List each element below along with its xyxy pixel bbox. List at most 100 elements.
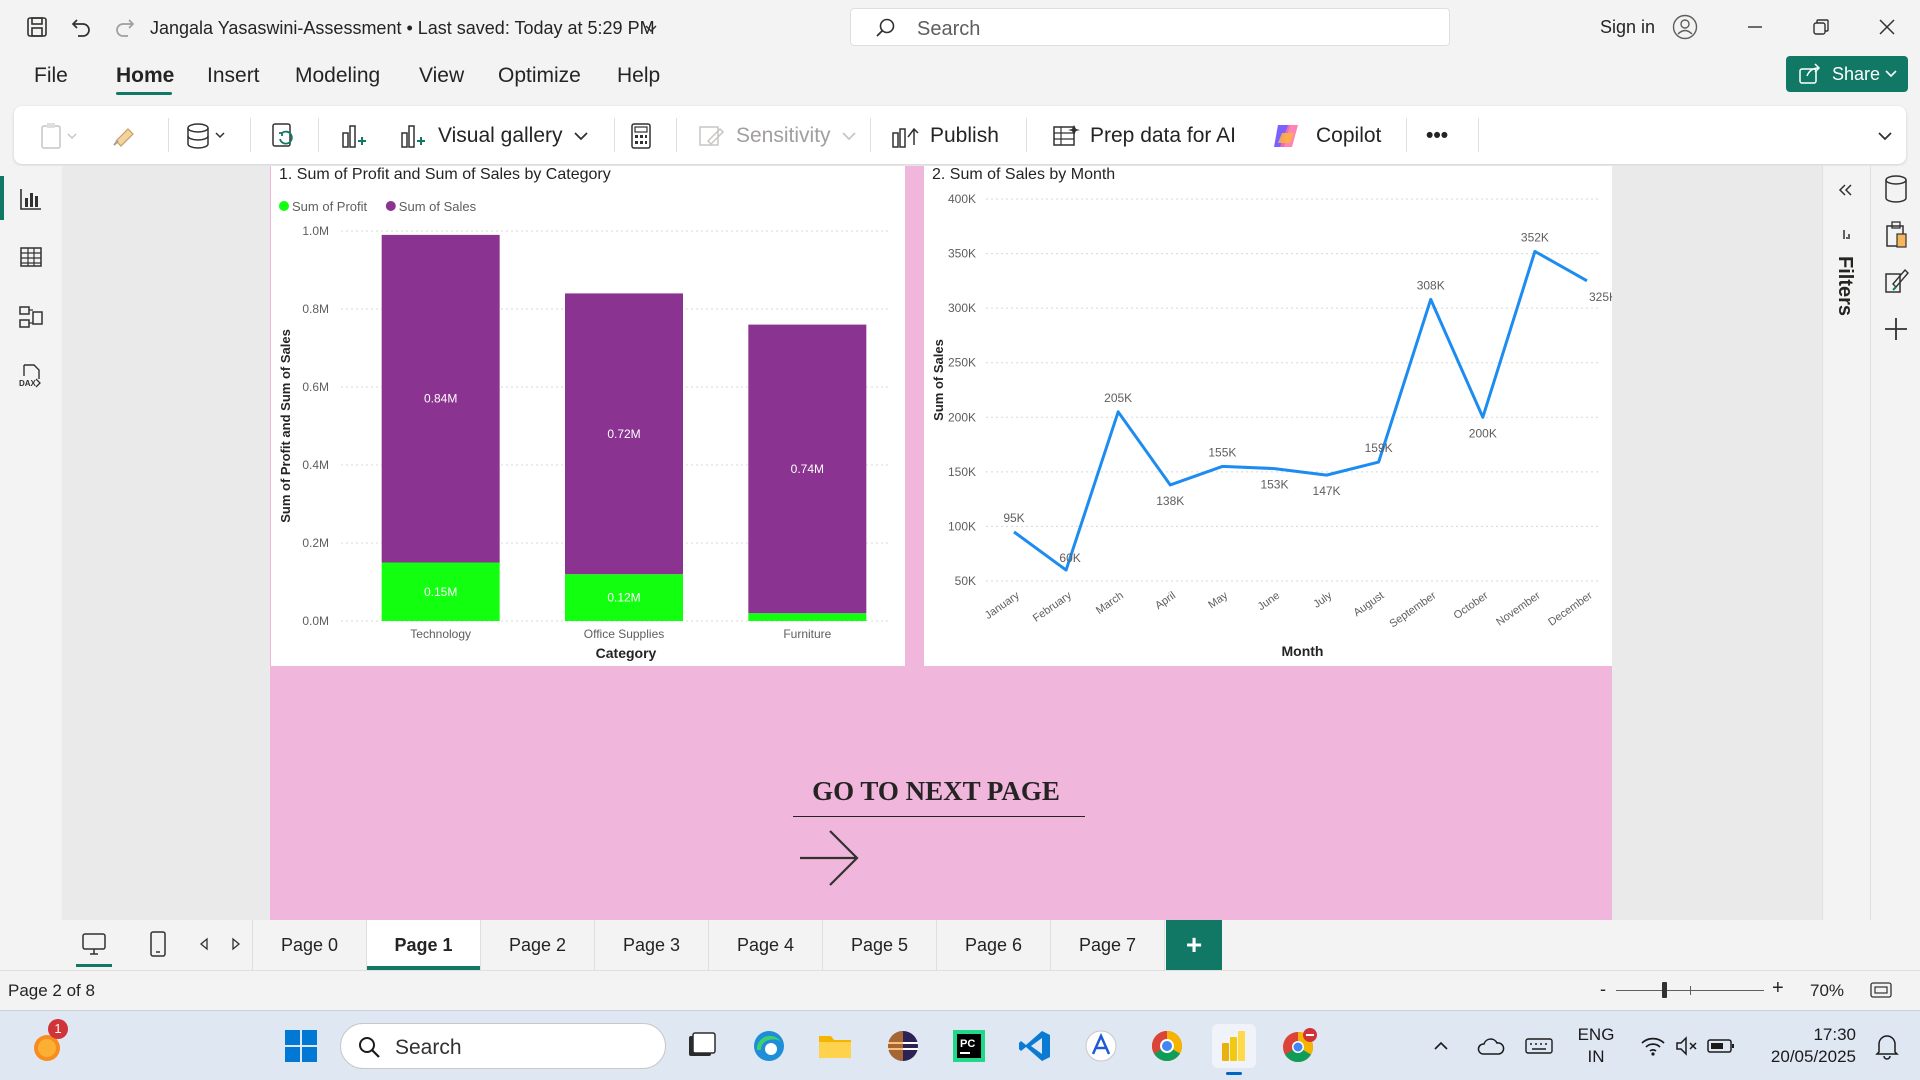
previous-page-icon[interactable] bbox=[198, 937, 210, 951]
clock-date[interactable]: 20/05/2025 bbox=[1746, 1047, 1856, 1067]
save-icon[interactable] bbox=[22, 12, 52, 42]
menu-file[interactable]: File bbox=[34, 64, 68, 88]
notifications-icon[interactable] bbox=[1866, 1025, 1908, 1067]
eclipse-icon[interactable] bbox=[882, 1025, 924, 1067]
minimize-icon[interactable] bbox=[1740, 12, 1770, 42]
zoom-in-button[interactable]: + bbox=[1772, 977, 1784, 1000]
zoom-slider-thumb[interactable] bbox=[1662, 982, 1667, 998]
tab-page-1[interactable]: Page 1 bbox=[367, 920, 481, 970]
tab-page-3[interactable]: Page 3 bbox=[595, 920, 709, 970]
menu-modeling[interactable]: Modeling bbox=[295, 64, 380, 88]
add-page-button[interactable]: + bbox=[1166, 920, 1222, 970]
start-icon[interactable] bbox=[280, 1025, 322, 1067]
search-input[interactable]: Search bbox=[850, 8, 1450, 46]
model-view-icon[interactable] bbox=[14, 300, 48, 334]
y-tick-label: 400K bbox=[948, 192, 976, 206]
arrow-right-icon[interactable] bbox=[798, 828, 860, 888]
account-icon[interactable] bbox=[1670, 12, 1700, 42]
tab-page-4[interactable]: Page 4 bbox=[709, 920, 823, 970]
y-tick-label: 300K bbox=[948, 301, 976, 315]
copilot-button[interactable]: Copilot bbox=[1270, 116, 1381, 156]
get-data-button[interactable] bbox=[184, 116, 228, 156]
mobile-layout-icon[interactable] bbox=[148, 930, 168, 958]
new-measure-button[interactable] bbox=[626, 116, 656, 156]
data-label: 60K bbox=[1059, 551, 1080, 565]
battery-icon[interactable] bbox=[1700, 1025, 1742, 1067]
close-icon[interactable] bbox=[1872, 12, 1902, 42]
menu-insert[interactable]: Insert bbox=[207, 64, 260, 88]
tab-page-0[interactable]: Page 0 bbox=[253, 920, 367, 970]
next-page-icon[interactable] bbox=[230, 937, 242, 951]
dax-query-view-icon[interactable]: DAX bbox=[14, 358, 48, 392]
menu-optimize[interactable]: Optimize bbox=[498, 64, 581, 88]
chevron-up-icon[interactable] bbox=[1420, 1025, 1462, 1067]
taskbar-search-placeholder: Search bbox=[395, 1036, 462, 1059]
tab-page-2[interactable]: Page 2 bbox=[481, 920, 595, 970]
collapse-ribbon-icon[interactable] bbox=[1876, 116, 1894, 156]
fit-to-page-icon[interactable] bbox=[1870, 981, 1892, 999]
next-page-underline bbox=[793, 816, 1085, 817]
report-view-icon[interactable] bbox=[14, 182, 48, 216]
pycharm-icon[interactable]: PC bbox=[948, 1025, 990, 1067]
next-page-button[interactable]: GO TO NEXT PAGE bbox=[786, 776, 1086, 807]
data-pane-icon[interactable] bbox=[1883, 174, 1909, 204]
filters-pane[interactable]: Filters bbox=[1822, 166, 1870, 920]
share-button[interactable]: Share bbox=[1786, 56, 1908, 92]
clock-time[interactable]: 17:30 bbox=[1756, 1025, 1856, 1045]
legend-label: Sum of Sales bbox=[399, 199, 477, 214]
add-pane-icon[interactable] bbox=[1883, 316, 1909, 342]
tab-page-6[interactable]: Page 6 bbox=[937, 920, 1051, 970]
expand-pane-icon[interactable] bbox=[1837, 182, 1853, 198]
power-bi-icon[interactable] bbox=[1212, 1024, 1256, 1075]
data-label: 0.84M bbox=[424, 392, 457, 406]
visualizations-pane-icon[interactable] bbox=[1883, 220, 1909, 250]
language-line-1[interactable]: ENG bbox=[1576, 1025, 1616, 1045]
weather-icon[interactable]: 1 bbox=[28, 1019, 70, 1067]
new-visual-button[interactable] bbox=[338, 116, 368, 156]
onedrive-icon[interactable] bbox=[1470, 1025, 1512, 1067]
language-line-2[interactable]: IN bbox=[1576, 1047, 1616, 1067]
y-tick-label: 0.4M bbox=[302, 458, 329, 472]
keyboard-icon[interactable] bbox=[1518, 1025, 1560, 1067]
bar-chart-visual[interactable]: 1. Sum of Profit and Sum of Sales by Cat… bbox=[271, 166, 905, 666]
desktop-layout-icon[interactable] bbox=[76, 930, 112, 967]
task-view-icon[interactable] bbox=[680, 1025, 722, 1067]
format-painter-button[interactable] bbox=[110, 116, 140, 156]
chrome-icon[interactable] bbox=[1146, 1025, 1188, 1067]
visual-gallery-button[interactable]: Visual gallery bbox=[398, 116, 589, 156]
sensitivity-button[interactable]: Sensitivity bbox=[696, 116, 857, 156]
format-pane-icon[interactable] bbox=[1883, 266, 1909, 296]
edge-icon[interactable] bbox=[748, 1025, 790, 1067]
status-bar: Page 2 of 8 - + 70% bbox=[0, 970, 1920, 1010]
x-tick-label: October bbox=[1452, 589, 1491, 621]
taskbar-search-input[interactable]: Search bbox=[340, 1023, 666, 1069]
undo-icon[interactable] bbox=[66, 12, 96, 42]
sign-in-link[interactable]: Sign in bbox=[1600, 17, 1655, 38]
x-tick-label: Office Supplies bbox=[584, 627, 665, 641]
zoom-out-button[interactable]: - bbox=[1600, 979, 1606, 1000]
publish-button[interactable]: Publish bbox=[890, 116, 999, 156]
tab-page-5[interactable]: Page 5 bbox=[823, 920, 937, 970]
vscode-icon[interactable] bbox=[1014, 1025, 1056, 1067]
refresh-button[interactable] bbox=[268, 116, 298, 156]
restore-icon[interactable] bbox=[1806, 12, 1836, 42]
document-title[interactable]: Jangala Yasaswini-Assessment • Last save… bbox=[150, 18, 655, 39]
menu-home[interactable]: Home bbox=[116, 64, 174, 88]
chrome-profile-icon[interactable] bbox=[1278, 1025, 1320, 1067]
more-options-button[interactable]: ••• bbox=[1426, 116, 1448, 156]
menu-help[interactable]: Help bbox=[617, 64, 660, 88]
line-chart-visual[interactable]: 2. Sum of Sales by Month 50K 100K 150K 200K… bbox=[924, 166, 1612, 666]
accessibility-app-icon[interactable] bbox=[1080, 1025, 1122, 1067]
redo-icon[interactable] bbox=[110, 12, 140, 42]
data-label: 308K bbox=[1417, 278, 1445, 292]
data-label: 0.12M bbox=[607, 591, 640, 605]
chevron-down-icon[interactable] bbox=[636, 14, 666, 44]
menu-view[interactable]: View bbox=[419, 64, 464, 88]
paste-button[interactable] bbox=[38, 116, 78, 156]
zoom-slider-tick bbox=[1690, 986, 1691, 995]
zoom-level[interactable]: 70% bbox=[1810, 981, 1844, 1001]
table-view-icon[interactable] bbox=[14, 240, 48, 274]
file-explorer-icon[interactable] bbox=[814, 1025, 856, 1067]
tab-page-7[interactable]: Page 7 bbox=[1051, 920, 1165, 970]
prep-data-button[interactable]: Prep data for AI bbox=[1050, 116, 1236, 156]
